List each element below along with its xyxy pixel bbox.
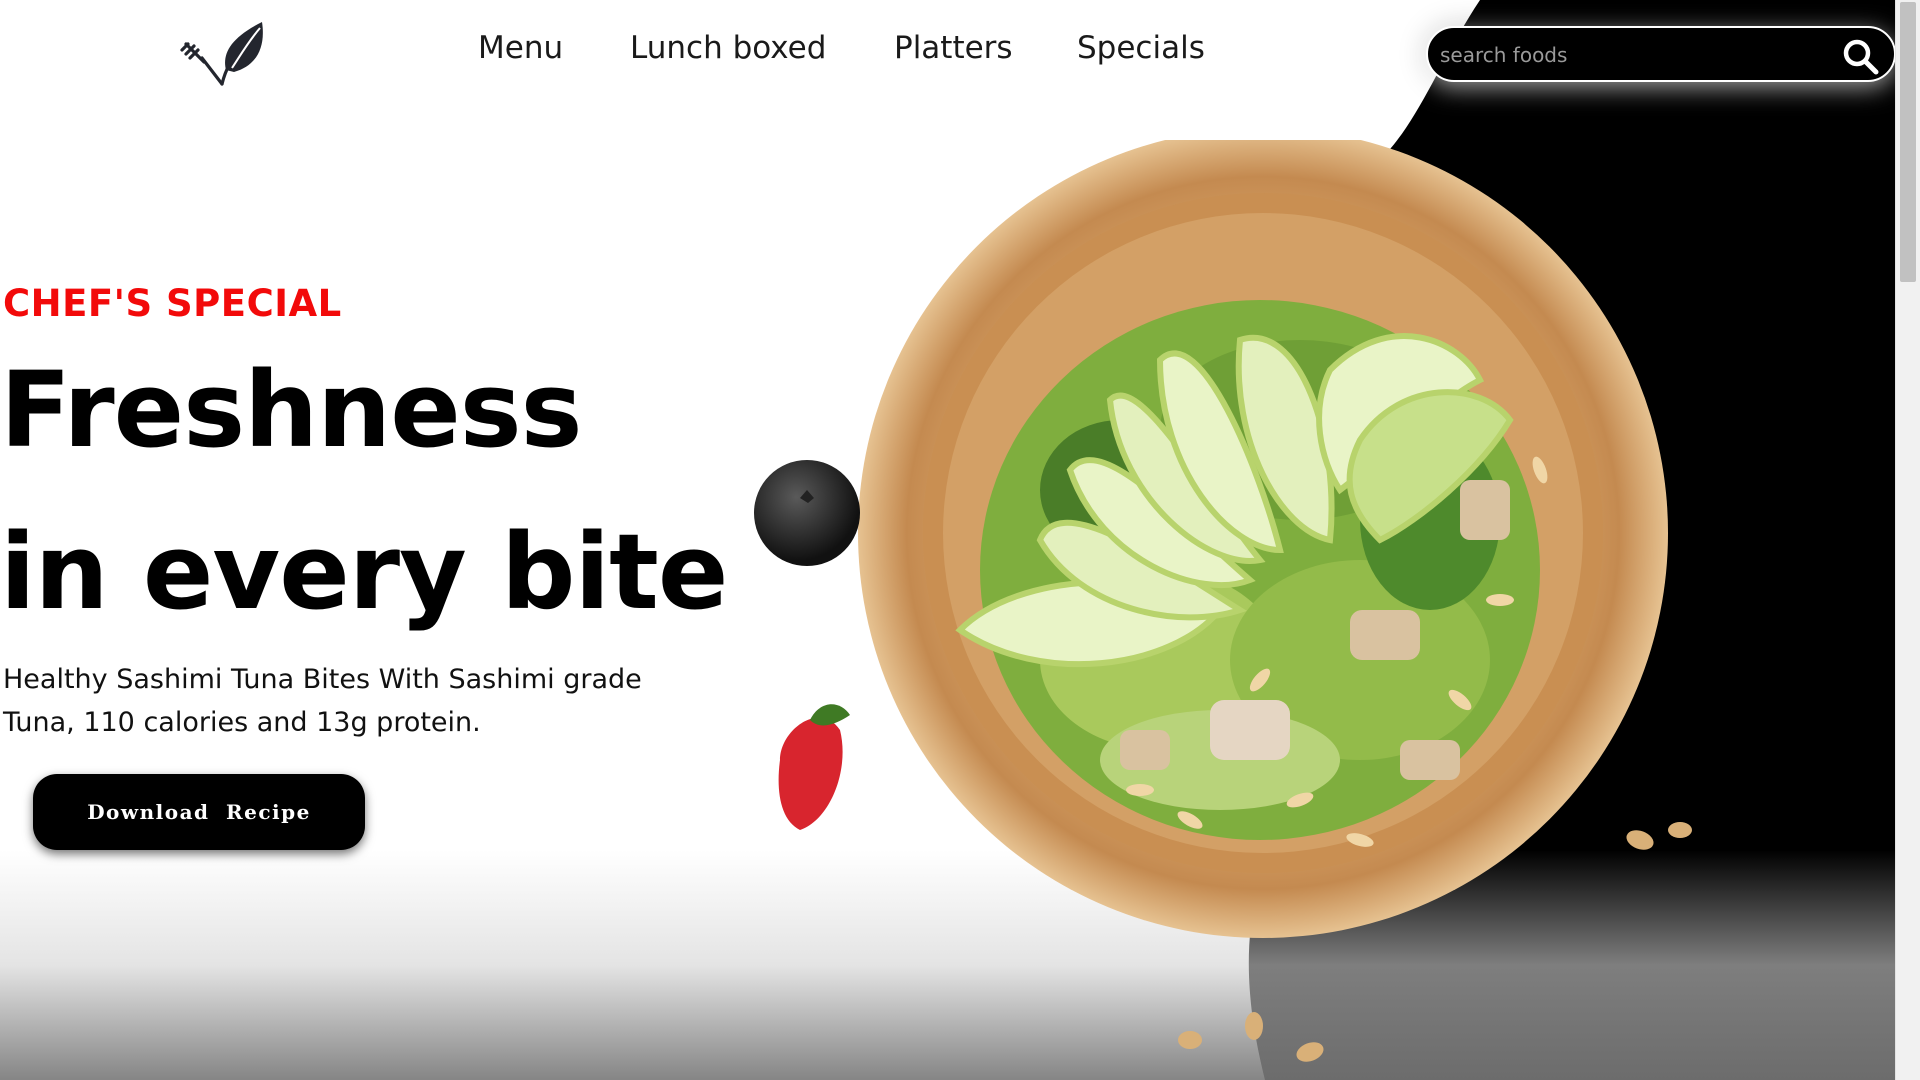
chefs-special-label: CHEF'S SPECIAL	[3, 282, 342, 325]
nav-item-platters[interactable]: Platters	[894, 30, 1013, 66]
search-icon[interactable]	[1838, 34, 1882, 78]
hero-description: Healthy Sashimi Tuna Bites With Sashimi …	[3, 664, 642, 738]
salad-bowl-image	[778, 140, 1692, 1062]
headline-line-2: in every bite	[0, 511, 728, 633]
nav-item-menu[interactable]: Menu	[478, 30, 563, 66]
search-bar	[1426, 26, 1895, 82]
landing-page: Menu Lunch boxed Platters Specials CHEF'…	[0, 0, 1895, 1080]
nav-item-lunch-boxed[interactable]: Lunch boxed	[630, 30, 826, 66]
search-input[interactable]	[1440, 40, 1800, 70]
scrollbar-thumb[interactable]	[1900, 2, 1916, 282]
nav-item-specials[interactable]: Specials	[1077, 30, 1205, 66]
fork-leaf-logo-icon[interactable]	[178, 18, 270, 88]
blueberry-image	[754, 460, 860, 566]
download-recipe-button[interactable]: Download Recipe	[33, 774, 365, 850]
vertical-scrollbar[interactable]	[1895, 0, 1920, 1080]
headline-line-1: Freshness	[0, 349, 583, 471]
